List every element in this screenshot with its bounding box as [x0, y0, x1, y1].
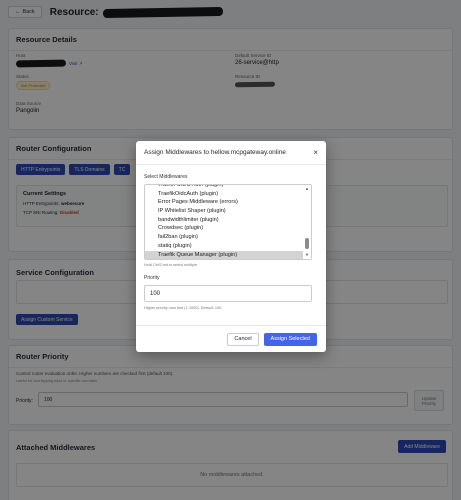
- middleware-option[interactable]: IP Whitelist Shaper (plugin): [145, 207, 303, 216]
- middleware-option[interactable]: bandwidthlimiter (plugin): [145, 216, 303, 225]
- scroll-down-icon[interactable]: ▼: [304, 252, 310, 258]
- middleware-option[interactable]: Traefik Queue Manager (plugin): [145, 250, 303, 259]
- priority-hint: Higher priority runs first (1-1000). Def…: [144, 306, 223, 310]
- scrollbar-thumb[interactable]: [305, 238, 309, 249]
- close-icon[interactable]: ×: [313, 148, 318, 157]
- listbox-scrollbar[interactable]: ▲ ▼: [304, 186, 310, 258]
- select-hint: Hold Ctrl/Cmd to select multiple: [144, 263, 198, 267]
- modal-header: Assign Middlewares to hellow.mcpgateway.…: [136, 141, 326, 165]
- middleware-option[interactable]: Error Pages Middleware (errors): [145, 198, 303, 207]
- assign-middlewares-modal: Assign Middlewares to hellow.mcpgateway.…: [136, 141, 326, 352]
- modal-footer: Cancel Assign Selected: [136, 325, 326, 352]
- modal-title: Assign Middlewares to hellow.mcpgateway.…: [144, 149, 286, 156]
- middleware-option[interactable]: statiq (plugin): [145, 242, 303, 251]
- middlewares-listbox[interactable]: Traefik OIDC Auth (plugin) TraefikOidcAut…: [144, 184, 312, 260]
- listbox-options: Traefik OIDC Auth (plugin) TraefikOidcAut…: [145, 185, 303, 259]
- middleware-option[interactable]: TraefikOidcAuth (plugin): [145, 190, 303, 199]
- priority-label: Priority: [144, 275, 160, 281]
- modal-body: Select Middlewares Traefik OIDC Auth (pl…: [136, 165, 326, 310]
- cancel-button[interactable]: Cancel: [227, 332, 259, 346]
- scroll-up-icon[interactable]: ▲: [304, 186, 310, 192]
- priority-input[interactable]: 100: [144, 285, 312, 302]
- assign-selected-button[interactable]: Assign Selected: [263, 332, 317, 346]
- middleware-option[interactable]: Crowdsec (plugin): [145, 224, 303, 233]
- middleware-option[interactable]: fail2ban (plugin): [145, 233, 303, 242]
- select-middlewares-label: Select Middlewares: [144, 174, 188, 180]
